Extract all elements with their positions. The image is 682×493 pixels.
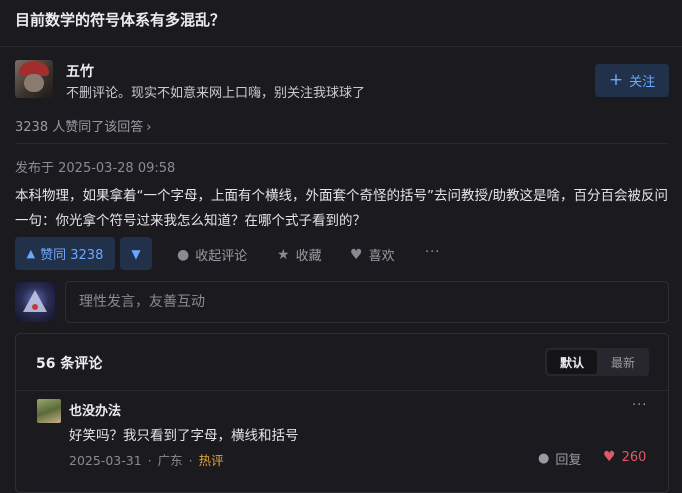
heart-icon: ♥ bbox=[603, 449, 616, 465]
commenter-name[interactable]: 也没办法 bbox=[69, 400, 121, 419]
meta-separator: · bbox=[188, 453, 193, 468]
author-name[interactable]: 五竹 bbox=[66, 61, 94, 81]
comment-sort-toggle: 默认 最新 bbox=[545, 348, 649, 376]
commenter-avatar[interactable] bbox=[37, 399, 61, 423]
question-header: 目前数学的符号体系有多混乱？ bbox=[0, 0, 682, 40]
comment-location: 广东 bbox=[157, 453, 183, 468]
author-bio: 不删评论。现实不如意来网上口嗨，别关注我球球了 bbox=[66, 86, 366, 101]
comment-meta: 2025-03-31 · 广东 · 热评 bbox=[69, 450, 224, 469]
plus-icon: + bbox=[608, 70, 624, 90]
comment-bubble-icon: ● bbox=[538, 451, 550, 466]
sort-latest-tab[interactable]: 最新 bbox=[599, 350, 647, 374]
comment-bubble-icon: ● bbox=[177, 246, 190, 263]
hot-comment-badge: 热评 bbox=[198, 453, 224, 468]
avatar-face-shape bbox=[24, 74, 44, 92]
answer-divider bbox=[15, 143, 667, 144]
agree-count-link[interactable]: 3238 人赞同了该回答 › bbox=[15, 116, 151, 135]
upvote-button[interactable]: ▲ 赞同 3238 bbox=[15, 237, 115, 270]
reply-button[interactable]: ● 回复 bbox=[538, 449, 581, 468]
more-actions-button[interactable]: ··· bbox=[425, 245, 440, 260]
meta-separator: · bbox=[147, 453, 152, 468]
comment-like-button[interactable]: ♥ 260 bbox=[603, 449, 646, 465]
follow-button[interactable]: + 关注 bbox=[595, 64, 669, 97]
favorite-label: 收藏 bbox=[295, 249, 322, 264]
downvote-arrow-icon: ▼ bbox=[131, 246, 141, 261]
upvote-arrow-icon: ▲ bbox=[26, 247, 36, 260]
comment-like-count: 260 bbox=[621, 449, 647, 465]
comments-panel: 56 条评论 默认 最新 也没办法 ··· 好笑吗？我只看到了字母，横线和括号 … bbox=[15, 333, 669, 493]
like-button[interactable]: ♥ 喜欢 bbox=[350, 245, 395, 265]
comment-date: 2025-03-31 bbox=[69, 453, 142, 468]
comments-count: 56 条评论 bbox=[36, 356, 103, 372]
question-title[interactable]: 目前数学的符号体系有多混乱？ bbox=[15, 9, 225, 30]
upvote-label: 赞同 3238 bbox=[40, 248, 104, 263]
author-avatar[interactable] bbox=[15, 60, 53, 98]
like-label: 喜欢 bbox=[368, 249, 395, 264]
publish-time: 发布于 2025-03-28 09:58 bbox=[15, 161, 176, 176]
collapse-comments-button[interactable]: ● 收起评论 bbox=[177, 245, 248, 265]
collapse-comments-label: 收起评论 bbox=[195, 249, 248, 264]
comment-input[interactable] bbox=[65, 281, 669, 323]
comments-divider bbox=[16, 390, 668, 391]
heart-icon: ♥ bbox=[350, 246, 363, 263]
sort-default-tab[interactable]: 默认 bbox=[547, 350, 597, 374]
follow-label: 关注 bbox=[629, 75, 656, 90]
more-dots-icon: ··· bbox=[425, 245, 441, 260]
current-user-avatar bbox=[15, 282, 55, 322]
chevron-right-icon: › bbox=[146, 120, 152, 135]
comment-text: 好笑吗？我只看到了字母，横线和括号 bbox=[69, 428, 299, 444]
comment-more-button[interactable]: ··· bbox=[632, 398, 647, 413]
answer-body: 本科物理，如果拿着“一个字母，上面有个横线，外面套个奇怪的括号”去问教授/助教这… bbox=[15, 188, 669, 229]
reply-label: 回复 bbox=[555, 453, 582, 468]
header-divider bbox=[0, 46, 682, 47]
agree-count-text: 3238 人赞同了该回答 bbox=[15, 120, 144, 135]
downvote-button[interactable]: ▼ bbox=[120, 237, 152, 270]
star-icon: ★ bbox=[277, 246, 290, 263]
favorite-button[interactable]: ★ 收藏 bbox=[277, 245, 322, 265]
avatar-eye-shape bbox=[32, 304, 38, 310]
